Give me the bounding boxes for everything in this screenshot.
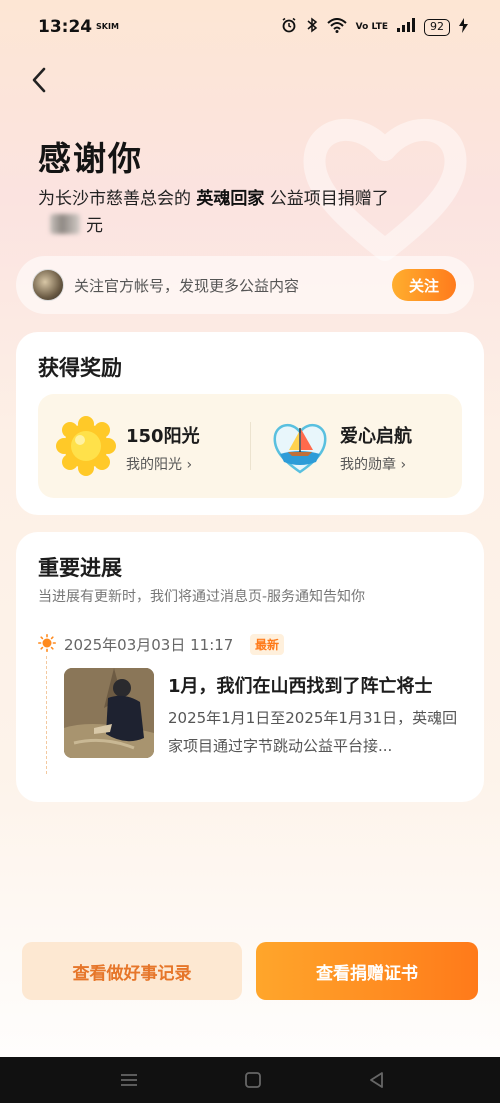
reward-link: 我的勋章 › [340,457,407,473]
page-title: 感谢你 [38,139,143,178]
status-icons: Vo LTE 92 [281,17,468,37]
reward-name: 150阳光 [126,426,200,447]
status-time: 13:24 [38,17,93,37]
status-carrier: SKIM [96,22,119,31]
chevron-right-icon: › [400,457,407,473]
blurred-amount [50,213,80,234]
sailboat-badge-icon [273,424,327,474]
timeline-line [46,656,47,774]
sun-icon [56,416,116,476]
reward-name: 爱心启航 [340,426,412,447]
back-triangle-icon[interactable] [366,1069,388,1091]
project-name: 英魂回家 [196,189,265,209]
donation-suffix: 公益项目捐赠了 [264,189,389,209]
donation-prefix: 为长沙市慈善总会的 [38,189,197,209]
avatar [32,269,64,301]
progress-title: 重要进展 [38,556,122,580]
rewards-card: 获得奖励 150阳光 我的阳光 › 爱心启航 我的勋章 › [16,332,484,515]
back-button[interactable] [26,64,56,96]
follow-official-bar: 关注官方帐号，发现更多公益内容 关注 [16,256,474,314]
news-title: 1月，我们在山西找到了阵亡将士 [168,676,433,697]
follow-text: 关注官方帐号，发现更多公益内容 [74,276,300,295]
latest-badge: 最新 [250,634,285,655]
bluetooth-icon [306,17,318,37]
signal-icon [397,18,415,36]
volte-icon: Vo LTE [355,22,388,32]
charging-icon [459,17,468,37]
reward-sunshine[interactable]: 150阳光 我的阳光 › [38,394,248,498]
progress-card: 重要进展 当进展有更新时，我们将通过消息页-服务通知告知你 2025年03月03… [16,532,484,802]
divider [250,422,251,470]
amount-unit: 元 [86,216,103,236]
battery-indicator: 92 [424,18,450,36]
chevron-left-icon [32,67,46,93]
home-icon[interactable] [242,1069,264,1091]
system-nav-bar [0,1057,500,1103]
progress-news-item[interactable]: 1月，我们在山西找到了阵亡将士 2025年1月1日至2025年1月31日，英魂回… [62,666,472,766]
menu-icon[interactable] [118,1069,140,1091]
news-body: 2025年1月1日至2025年1月31日，英魂回家项目通过字节跳动公益平台接..… [168,709,458,755]
rewards-title: 获得奖励 [38,356,122,380]
view-records-button[interactable]: 查看做好事记录 [22,942,242,1000]
reward-link: 我的阳光 › [126,457,193,473]
status-bar: 13:24 SKIM Vo LTE 92 [0,0,500,58]
wifi-icon [327,17,347,37]
sun-icon [38,634,56,652]
chevron-right-icon: › [186,457,193,473]
progress-description: 当进展有更新时，我们将通过消息页-服务通知告知你 [38,589,366,605]
donation-amount: 元 [50,211,103,236]
donation-description: 为长沙市慈善总会的 英魂回家 公益项目捐赠了 [38,185,458,213]
follow-button[interactable]: 关注 [392,269,456,301]
update-date: 2025年03月03日 11:17 [64,636,234,654]
view-certificate-button[interactable]: 查看捐赠证书 [256,942,478,1000]
reward-badge[interactable]: 爱心启航 我的勋章 › [252,394,462,498]
rewards-panel: 150阳光 我的阳光 › 爱心启航 我的勋章 › [38,394,462,498]
alarm-icon [281,17,297,37]
news-thumbnail [64,668,154,758]
